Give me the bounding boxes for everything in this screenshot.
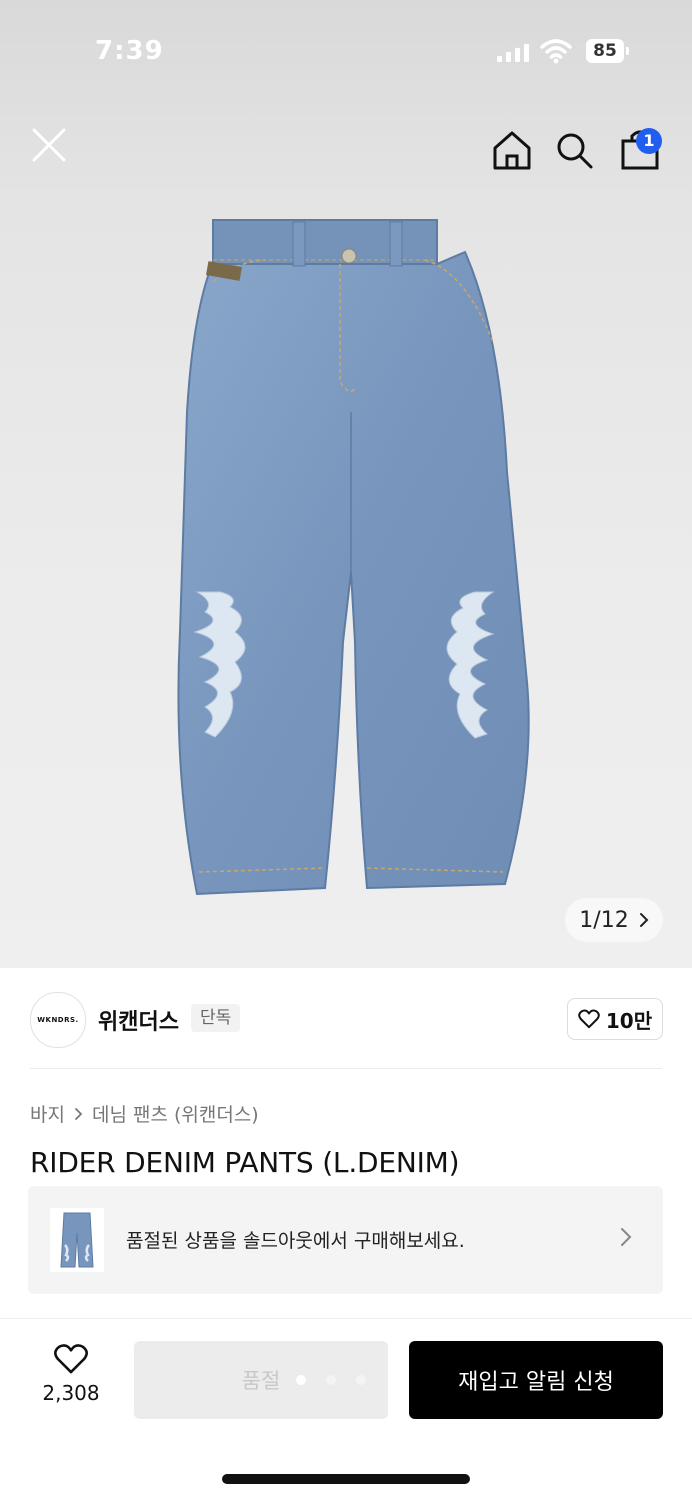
search-icon[interactable]: [554, 130, 594, 170]
restock-alert-button[interactable]: 재입고 알림 신청: [409, 1341, 663, 1419]
wishlist-button[interactable]: 2,308: [30, 1343, 112, 1405]
divider: [30, 1068, 662, 1069]
image-counter[interactable]: 1/12: [565, 898, 663, 942]
loading-dots: [296, 1375, 366, 1385]
dot: [356, 1375, 366, 1385]
home-icon[interactable]: [490, 128, 534, 172]
battery-tip: [626, 47, 629, 55]
chevron-right-icon: [75, 1107, 83, 1120]
breadcrumb: 바지 데님 팬츠 (위캔더스): [30, 1100, 259, 1127]
product-title: RIDER DENIM PANTS (L.DENIM): [30, 1146, 460, 1179]
heart-icon: [54, 1344, 88, 1374]
wifi-icon: [540, 39, 572, 64]
brand-logo[interactable]: WKNDRS.: [30, 992, 86, 1048]
brand-logo-text: WKNDRS.: [37, 1016, 79, 1024]
soldout-button-label: 품절: [241, 1369, 281, 1393]
exclusive-badge: 단독: [191, 1004, 241, 1032]
dot: [296, 1375, 306, 1385]
cellular-signal-icon: [497, 42, 529, 62]
brand-like-count: 10만: [605, 1008, 653, 1033]
soldout-banner-text: 품절된 상품을 솔드아웃에서 구매해보세요.: [126, 1230, 465, 1252]
chevron-right-icon: [621, 1228, 632, 1246]
breadcrumb-category[interactable]: 바지: [30, 1100, 65, 1127]
product-photo: [177, 219, 530, 896]
battery-indicator: 85: [586, 39, 624, 63]
image-counter-text: 1/12: [579, 907, 629, 933]
cart-count-badge: 1: [636, 128, 662, 154]
dot: [326, 1375, 336, 1385]
soldout-banner[interactable]: 품절된 상품을 솔드아웃에서 구매해보세요.: [28, 1186, 663, 1294]
breadcrumb-subcategory[interactable]: 데님 팬츠 (위캔더스): [92, 1100, 259, 1127]
status-time: 7:39: [95, 36, 164, 66]
brand-name[interactable]: 위캔더스: [98, 1004, 179, 1036]
product-image-gallery[interactable]: 7:39 85 1 1/12: [0, 0, 692, 968]
brand-row: WKNDRS. 위캔더스 단독 10만: [0, 968, 692, 1070]
wishlist-count: 2,308: [42, 1381, 100, 1405]
heart-icon: [578, 1009, 600, 1029]
soldout-thumbnail: [50, 1208, 104, 1272]
chevron-right-icon: [639, 913, 649, 927]
close-icon[interactable]: [28, 124, 70, 166]
brand-like-button[interactable]: 10만: [567, 998, 663, 1040]
home-indicator: [222, 1474, 470, 1484]
restock-alert-label: 재입고 알림 신청: [458, 1370, 614, 1395]
